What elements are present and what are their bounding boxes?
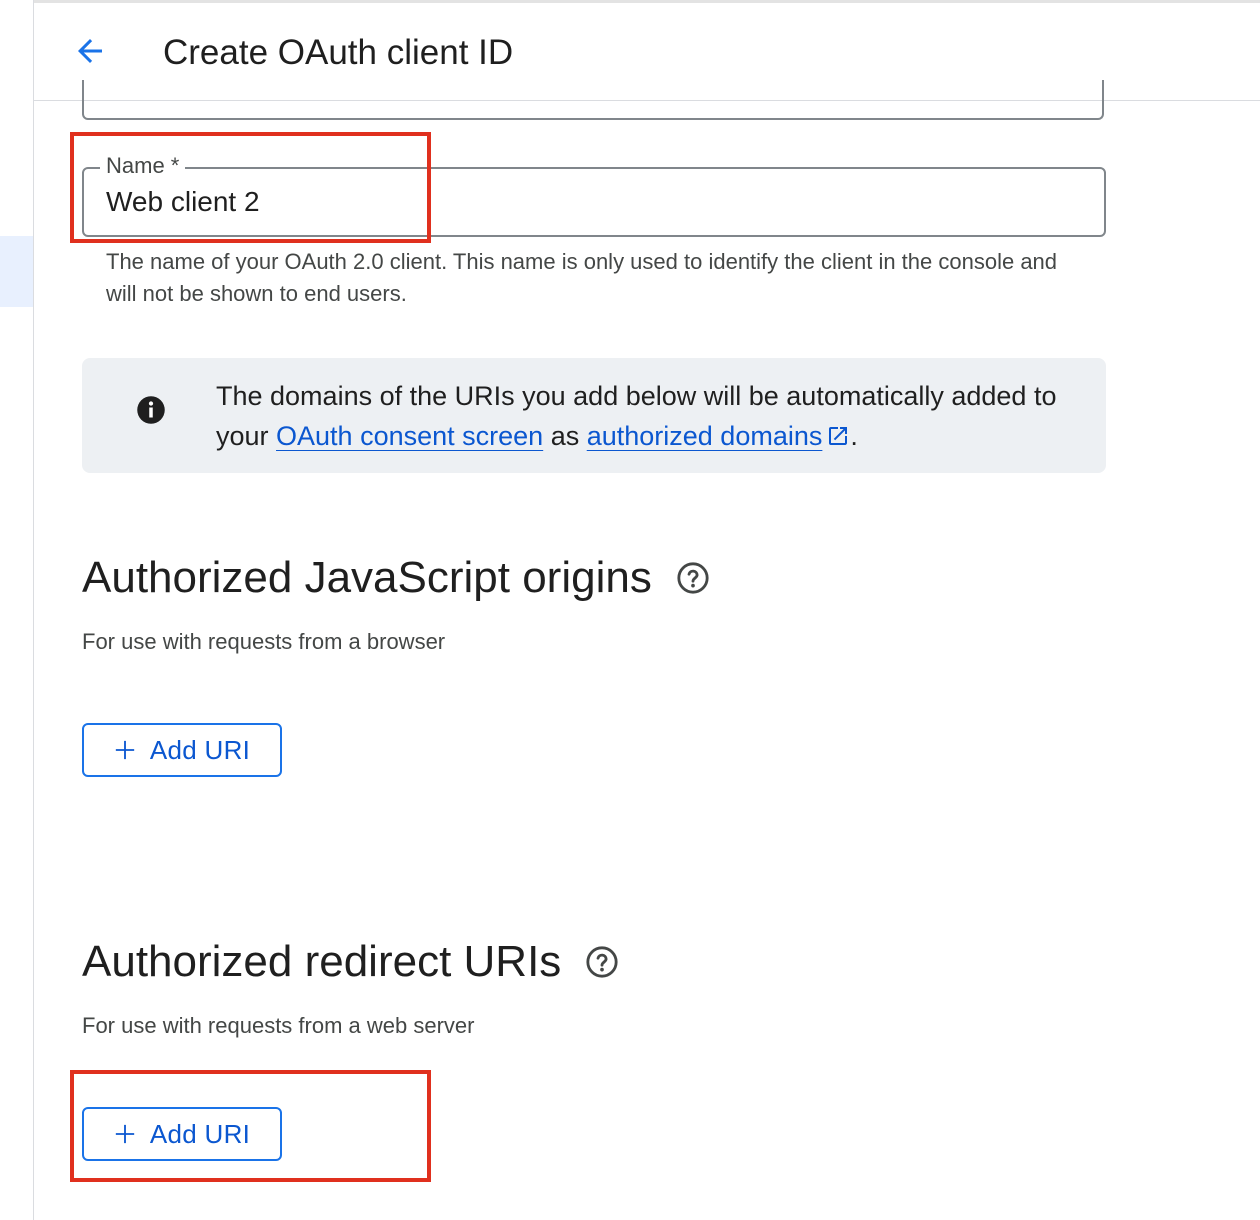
js-origins-subtitle: For use with requests from a browser	[82, 629, 446, 654]
add-redirect-uri-highlight	[70, 1070, 431, 1182]
name-helper-text: The name of your OAuth 2.0 client. This …	[106, 249, 1058, 306]
previous-field-edge	[82, 80, 1104, 120]
help-icon[interactable]	[585, 945, 619, 979]
info-text-middle: as	[543, 421, 587, 451]
js-origins-title: Authorized JavaScript origins	[82, 553, 652, 602]
info-icon	[137, 396, 165, 424]
redirect-uris-subtitle: For use with requests from a web server	[82, 1013, 475, 1038]
info-text-after: .	[850, 421, 858, 451]
back-button[interactable]	[70, 31, 110, 71]
external-link-icon	[829, 427, 848, 445]
redirect-uris-section-title: Authorized redirect URIs	[82, 934, 619, 990]
arrow-back-icon	[78, 39, 102, 63]
left-nav-rail	[0, 0, 34, 1220]
authorized-domains-link-label: authorized domains	[586, 421, 823, 451]
help-icon[interactable]	[676, 561, 710, 595]
page-title: Create OAuth client ID	[163, 33, 514, 72]
info-banner: The domains of the URIs you add below wi…	[82, 358, 1106, 473]
nav-active-item[interactable]	[0, 236, 33, 307]
plus-icon	[115, 740, 134, 760]
oauth-consent-screen-link[interactable]: OAuth consent screen	[276, 421, 543, 451]
redirect-uris-title: Authorized redirect URIs	[82, 937, 562, 986]
add-js-origin-button[interactable]: Add URI	[82, 723, 282, 777]
add-js-origin-label: Add URI	[149, 735, 251, 765]
info-banner-text: The domains of the URIs you add below wi…	[216, 376, 1076, 456]
name-field-highlight	[70, 132, 431, 243]
authorized-domains-link[interactable]: authorized domains	[587, 421, 851, 451]
js-origins-section-title: Authorized JavaScript origins	[82, 550, 710, 606]
